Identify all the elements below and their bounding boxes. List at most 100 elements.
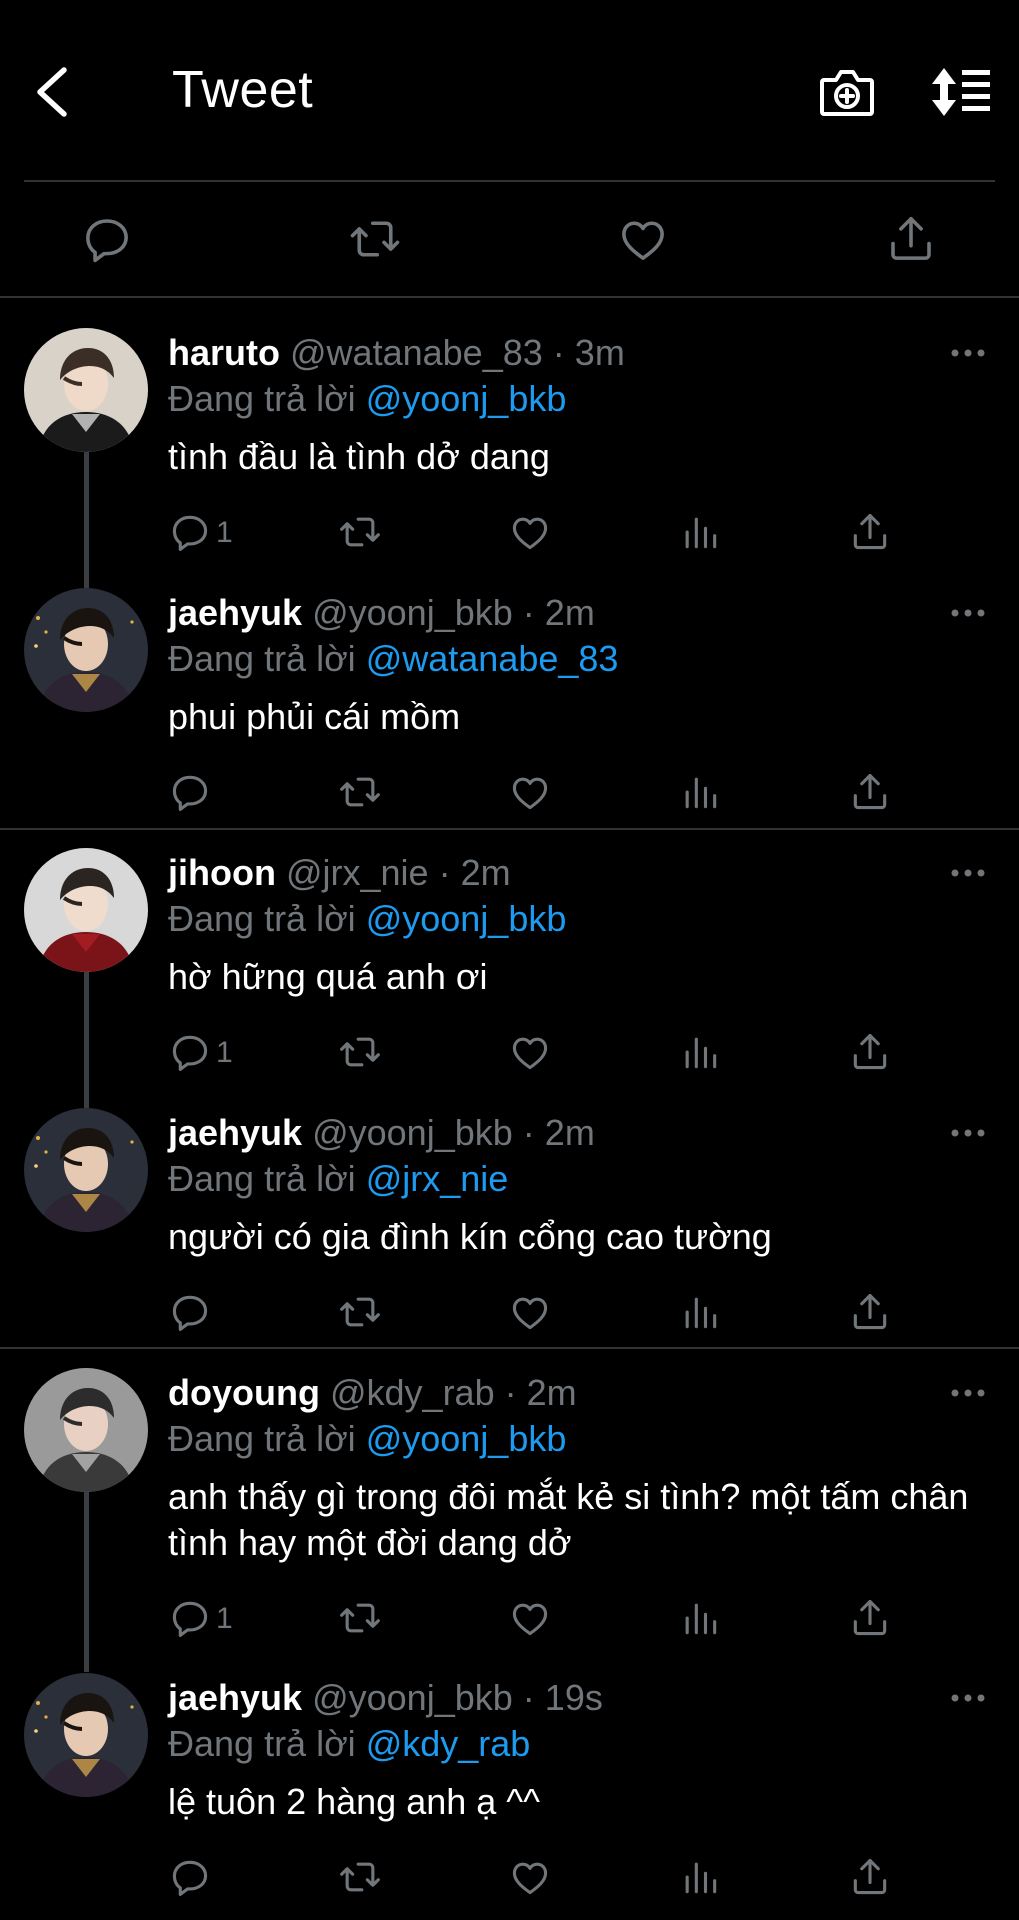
retweet-icon — [338, 770, 382, 814]
share-icon — [848, 1030, 892, 1074]
avatar[interactable] — [24, 1108, 148, 1232]
reply-button[interactable] — [168, 1855, 212, 1905]
like-button[interactable] — [508, 1290, 552, 1340]
reply-tweet[interactable]: jaehyuk @yoonj_bkb · 19s Đang trả lời @k… — [0, 1645, 1019, 1905]
tweet-text: hờ hững quá anh ơi — [168, 956, 488, 997]
share-button[interactable] — [848, 1596, 892, 1646]
mention-link[interactable]: @yoonj_bkb — [366, 1418, 567, 1459]
separator-dot: · — [522, 1677, 535, 1718]
camera-plus-icon[interactable] — [818, 66, 876, 120]
timestamp: 2m — [460, 852, 511, 893]
avatar[interactable] — [24, 848, 148, 972]
avatar[interactable] — [24, 328, 148, 452]
tweet-actions — [168, 770, 908, 820]
retweet-icon — [338, 510, 382, 554]
tweet-meta: jaehyuk @yoonj_bkb · 2m — [168, 1110, 595, 1156]
reply-button[interactable] — [168, 770, 212, 820]
reply-button[interactable]: 1 — [168, 1596, 233, 1646]
share-icon — [848, 770, 892, 814]
more-options-icon[interactable] — [950, 1691, 986, 1705]
reply-tweet[interactable]: jihoon @jrx_nie · 2m Đang trả lời @yoonj… — [0, 820, 1019, 1080]
more-options-icon[interactable] — [950, 866, 986, 880]
retweet-button[interactable] — [338, 770, 382, 820]
avatar[interactable] — [24, 1368, 148, 1492]
mention-link[interactable]: @yoonj_bkb — [366, 378, 567, 419]
reply-count: 1 — [216, 1036, 233, 1069]
reply-button[interactable]: 1 — [168, 510, 233, 560]
timestamp: 2m — [544, 592, 595, 633]
replying-to-line: Đang trả lời @yoonj_bkb — [168, 1416, 566, 1462]
reply-tweet[interactable]: jaehyuk @yoonj_bkb · 2m Đang trả lời @jr… — [0, 1080, 1019, 1340]
more-options-icon[interactable] — [950, 1126, 986, 1140]
more-options-icon[interactable] — [950, 606, 986, 620]
tweet-meta: jihoon @jrx_nie · 2m — [168, 850, 511, 896]
avatar[interactable] — [24, 588, 148, 712]
views-button[interactable] — [678, 1596, 722, 1646]
share-button[interactable] — [848, 1290, 892, 1340]
tweet-meta: jaehyuk @yoonj_bkb · 19s — [168, 1675, 603, 1721]
tweet-text: người có gia đình kín cổng cao tường — [168, 1216, 772, 1257]
retweet-button[interactable] — [338, 1290, 382, 1340]
retweet-button[interactable] — [338, 1596, 382, 1646]
display-name[interactable]: jihoon — [168, 852, 276, 893]
retweet-icon[interactable] — [348, 212, 402, 266]
like-button[interactable] — [508, 770, 552, 820]
replying-to-line: Đang trả lời @yoonj_bkb — [168, 376, 566, 422]
mention-link[interactable]: @watanabe_83 — [366, 638, 619, 679]
share-button[interactable] — [848, 1030, 892, 1080]
share-button[interactable] — [848, 770, 892, 820]
display-name[interactable]: jaehyuk — [168, 592, 302, 633]
tweet-text: anh thấy gì trong đôi mắt kẻ si tình? mộ… — [168, 1476, 969, 1563]
sort-list-icon[interactable] — [930, 66, 992, 118]
reply-tweet[interactable]: haruto @watanabe_83 · 3m Đang trả lời @y… — [0, 300, 1019, 560]
tweet-actions: 1 — [168, 1596, 908, 1646]
views-button[interactable] — [678, 1290, 722, 1340]
back-chevron-icon[interactable] — [28, 62, 76, 122]
like-button[interactable] — [508, 510, 552, 560]
display-name[interactable]: jaehyuk — [168, 1677, 302, 1718]
replying-to-line: Đang trả lời @yoonj_bkb — [168, 896, 566, 942]
reply-count: 1 — [216, 1602, 233, 1635]
views-button[interactable] — [678, 1030, 722, 1080]
retweet-button[interactable] — [338, 1030, 382, 1080]
share-icon — [848, 1290, 892, 1334]
share-button[interactable] — [848, 1855, 892, 1905]
views-button[interactable] — [678, 770, 722, 820]
share-button[interactable] — [848, 510, 892, 560]
retweet-icon — [338, 1030, 382, 1074]
like-icon — [508, 1290, 552, 1334]
tweet-meta: jaehyuk @yoonj_bkb · 2m — [168, 590, 595, 636]
replying-to-label: Đang trả lời — [168, 1158, 356, 1199]
tweet-text: phui phủi cái mồm — [168, 696, 461, 737]
reply-button[interactable] — [168, 1290, 212, 1340]
like-icon[interactable] — [616, 212, 670, 266]
share-icon — [848, 510, 892, 554]
mention-link[interactable]: @jrx_nie — [366, 1158, 509, 1199]
avatar[interactable] — [24, 1673, 148, 1797]
like-button[interactable] — [508, 1030, 552, 1080]
reply-button[interactable]: 1 — [168, 1030, 233, 1080]
separator-dot: · — [504, 1372, 517, 1413]
replying-to-label: Đang trả lời — [168, 1418, 356, 1459]
reply-icon[interactable] — [80, 212, 134, 266]
like-button[interactable] — [508, 1596, 552, 1646]
reply-tweet[interactable]: doyoung @kdy_rab · 2m Đang trả lời @yoon… — [0, 1340, 1019, 1637]
views-button[interactable] — [678, 510, 722, 560]
user-handle: @yoonj_bkb — [312, 1112, 513, 1153]
reply-icon — [168, 1290, 212, 1334]
tweet-text: lệ tuôn 2 hàng anh ạ ^^ — [168, 1781, 541, 1822]
display-name[interactable]: doyoung — [168, 1372, 320, 1413]
display-name[interactable]: haruto — [168, 332, 280, 373]
mention-link[interactable]: @kdy_rab — [366, 1723, 531, 1764]
like-button[interactable] — [508, 1855, 552, 1905]
separator-dot: · — [522, 592, 535, 633]
display-name[interactable]: jaehyuk — [168, 1112, 302, 1153]
reply-tweet[interactable]: jaehyuk @yoonj_bkb · 2m Đang trả lời @wa… — [0, 560, 1019, 820]
retweet-button[interactable] — [338, 510, 382, 560]
more-options-icon[interactable] — [950, 1386, 986, 1400]
more-options-icon[interactable] — [950, 346, 986, 360]
share-icon[interactable] — [884, 212, 938, 266]
views-button[interactable] — [678, 1855, 722, 1905]
retweet-button[interactable] — [338, 1855, 382, 1905]
mention-link[interactable]: @yoonj_bkb — [366, 898, 567, 939]
